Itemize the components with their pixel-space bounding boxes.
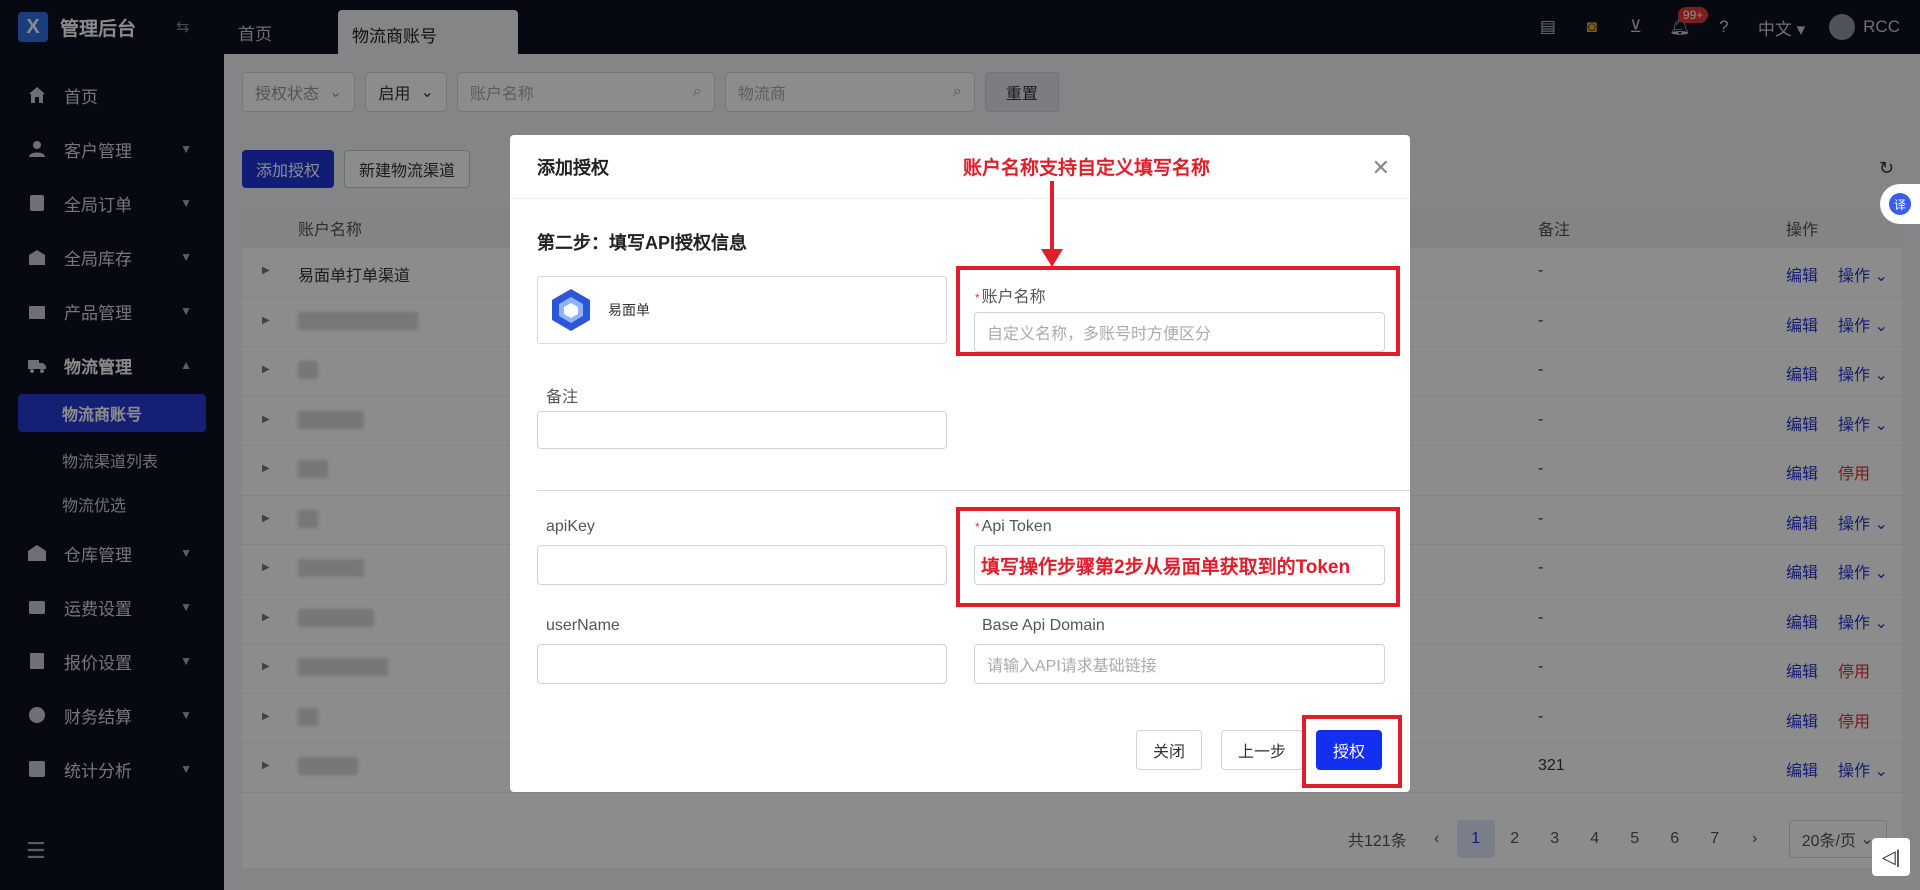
modal-title: 添加授权 bbox=[510, 135, 1410, 199]
domain-field[interactable]: 请输入API请求基础链接 bbox=[974, 644, 1385, 684]
note-textarea[interactable] bbox=[537, 411, 947, 449]
translate-float-button[interactable]: 译 bbox=[1880, 184, 1920, 224]
domain-placeholder: 请输入API请求基础链接 bbox=[987, 658, 1157, 675]
token-label: * Api Token bbox=[975, 518, 1052, 535]
username-field[interactable] bbox=[537, 644, 947, 684]
add-auth-modal: 添加授权 ✕ 账户名称支持自定义填写名称 第二步：填写API授权信息 易面单 *… bbox=[510, 135, 1410, 792]
collapse-panel-icon[interactable]: ◁| bbox=[1872, 838, 1910, 876]
step-title: 第二步：填写API授权信息 bbox=[537, 233, 748, 253]
annotation-arrow-icon bbox=[1050, 181, 1054, 257]
section-divider bbox=[537, 490, 1410, 491]
close-icon[interactable]: ✕ bbox=[1372, 155, 1390, 181]
apikey-field[interactable] bbox=[537, 545, 947, 585]
token-annotation: 填写操作步骤第2步从易面单获取到的Token bbox=[981, 556, 1351, 578]
provider-card: 易面单 bbox=[537, 276, 947, 344]
close-button[interactable]: 关闭 bbox=[1136, 730, 1203, 770]
account-label-text: 账户名称 bbox=[981, 289, 1046, 306]
provider-name: 易面单 bbox=[608, 302, 650, 318]
app-root: X 管理后台 ⇆ 首页 客户管理 ▼ 全局订单 ▼ 全局库存 ▼ 产品管理 ▼ … bbox=[0, 0, 1920, 890]
prev-step-button[interactable]: 上一步 bbox=[1221, 730, 1304, 770]
domain-label: Base Api Domain bbox=[982, 617, 1105, 634]
annotation-arrow-head bbox=[1041, 249, 1063, 267]
account-name-field[interactable]: 自定义名称，多账号时方便区分 bbox=[974, 312, 1385, 352]
provider-logo-icon bbox=[552, 289, 590, 331]
note-label: 备注 bbox=[546, 389, 579, 406]
token-field[interactable]: 填写操作步骤第2步从易面单获取到的Token bbox=[974, 545, 1385, 585]
username-label: userName bbox=[546, 617, 620, 634]
account-field-placeholder: 自定义名称，多账号时方便区分 bbox=[987, 326, 1212, 343]
apikey-label: apiKey bbox=[546, 518, 595, 535]
authorize-button[interactable]: 授权 bbox=[1316, 730, 1383, 770]
translate-icon: 译 bbox=[1889, 193, 1911, 215]
token-label-text: Api Token bbox=[981, 518, 1052, 535]
account-name-label: * 账户名称 bbox=[975, 289, 1046, 306]
annotation-account-name: 账户名称支持自定义填写名称 bbox=[963, 158, 1211, 179]
